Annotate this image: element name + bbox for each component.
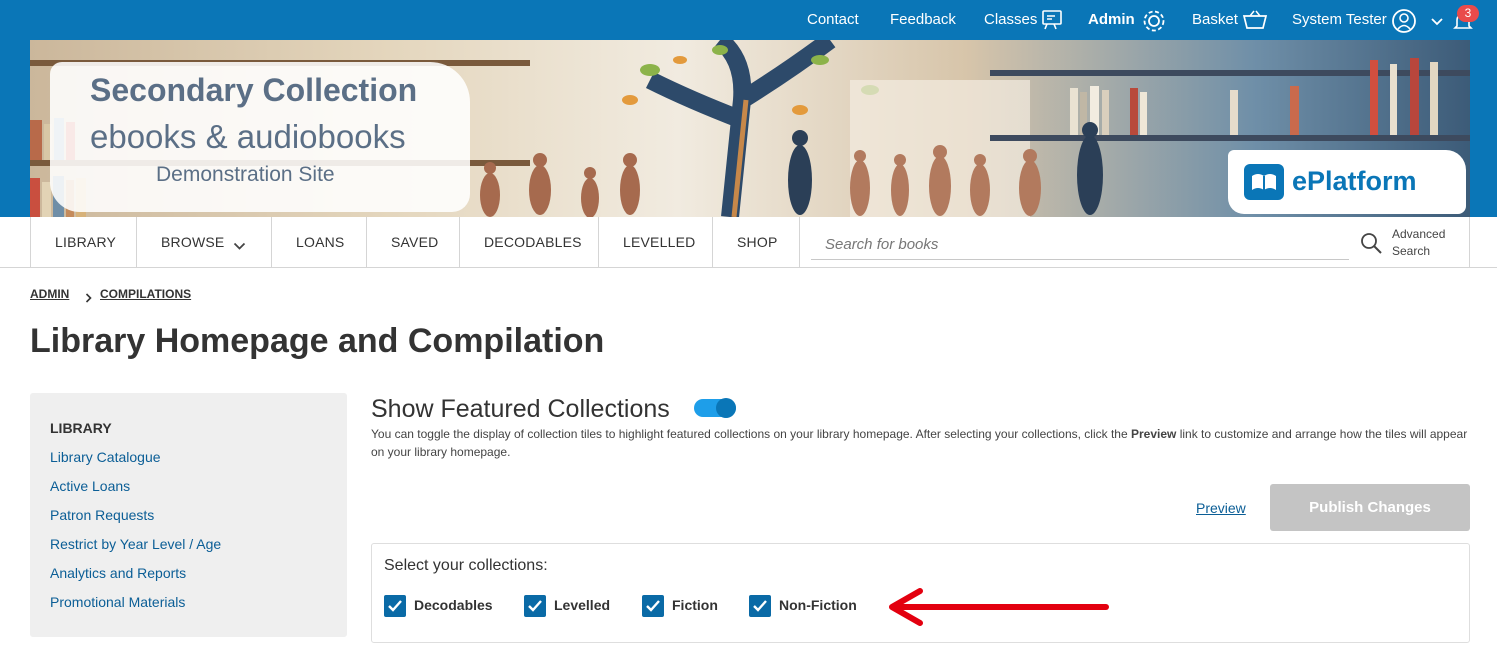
checkbox-label-fiction[interactable]: Fiction bbox=[672, 597, 718, 613]
user-name[interactable]: System Tester bbox=[1292, 0, 1387, 40]
nav-shop[interactable]: SHOP bbox=[737, 217, 777, 268]
sidebar-item-analytics[interactable]: Analytics and Reports bbox=[50, 565, 186, 581]
checkmark-icon bbox=[528, 600, 542, 612]
breadcrumb-admin[interactable]: ADMIN bbox=[30, 287, 69, 301]
advanced-search-line1: Advanced bbox=[1392, 227, 1446, 241]
nav-loans[interactable]: LOANS bbox=[296, 217, 344, 268]
browse-chevron-down-icon[interactable] bbox=[233, 238, 246, 256]
banner-title: Secondary Collection bbox=[90, 72, 418, 108]
search-icon[interactable] bbox=[1359, 231, 1383, 260]
nav-decodables[interactable]: DECODABLES bbox=[484, 217, 582, 268]
breadcrumb-compilations[interactable]: COMPILATIONS bbox=[100, 287, 191, 301]
checkbox-label-decodables[interactable]: Decodables bbox=[414, 597, 493, 613]
chevron-down-icon[interactable] bbox=[1430, 14, 1444, 32]
advanced-search-link[interactable]: Advanced Search bbox=[1392, 226, 1445, 260]
page-title: Library Homepage and Compilation bbox=[30, 322, 605, 360]
preview-link[interactable]: Preview bbox=[1196, 500, 1246, 516]
featured-collections-toggle[interactable] bbox=[694, 398, 736, 418]
top-bar: Contact Feedback Classes Admin Basket Sy… bbox=[0, 0, 1497, 40]
banner-image: Secondary Collection ebooks & audiobooks… bbox=[30, 40, 1470, 217]
description-preview-word: Preview bbox=[1131, 427, 1177, 441]
nav-levelled[interactable]: LEVELLED bbox=[623, 217, 695, 268]
banner-left-edge bbox=[0, 40, 30, 217]
checkbox-levelled[interactable] bbox=[524, 595, 546, 617]
breadcrumb-chevron-icon bbox=[85, 290, 93, 308]
sidebar-item-library-catalogue[interactable]: Library Catalogue bbox=[50, 449, 161, 465]
section-description: You can toggle the display of collection… bbox=[371, 425, 1471, 461]
feedback-link[interactable]: Feedback bbox=[890, 0, 956, 40]
annotation-arrow-icon bbox=[886, 588, 1112, 631]
toggle-knob bbox=[716, 398, 736, 418]
collections-label: Select your collections: bbox=[384, 557, 548, 574]
advanced-search-line2: Search bbox=[1392, 244, 1431, 258]
checkmark-icon bbox=[753, 600, 767, 612]
admin-link[interactable]: Admin bbox=[1088, 0, 1135, 40]
sidebar-item-restrict-year-level[interactable]: Restrict by Year Level / Age bbox=[50, 536, 221, 552]
sidebar-item-promotional-materials[interactable]: Promotional Materials bbox=[50, 594, 185, 610]
checkbox-decodables[interactable] bbox=[384, 595, 406, 617]
checkmark-icon bbox=[646, 600, 660, 612]
nav-saved[interactable]: SAVED bbox=[391, 217, 438, 268]
publish-changes-button[interactable]: Publish Changes bbox=[1270, 484, 1470, 531]
eplatform-logo-icon bbox=[1244, 164, 1284, 205]
basket-icon[interactable] bbox=[1242, 10, 1268, 35]
sidebar-item-patron-requests[interactable]: Patron Requests bbox=[50, 507, 154, 523]
sidebar-heading: LIBRARY bbox=[50, 420, 112, 436]
banner-subtitle: ebooks & audiobooks bbox=[90, 118, 406, 155]
contact-link[interactable]: Contact bbox=[807, 0, 859, 40]
checkbox-label-levelled[interactable]: Levelled bbox=[554, 597, 610, 613]
notification-badge: 3 bbox=[1457, 5, 1479, 22]
checkbox-fiction[interactable] bbox=[642, 595, 664, 617]
user-icon[interactable] bbox=[1391, 8, 1417, 39]
checkbox-non-fiction[interactable] bbox=[749, 595, 771, 617]
checkmark-icon bbox=[388, 600, 402, 612]
banner-right-edge bbox=[1470, 40, 1497, 217]
checkbox-label-non-fiction[interactable]: Non-Fiction bbox=[779, 597, 857, 613]
nav-library[interactable]: LIBRARY bbox=[55, 217, 116, 268]
description-text: You can toggle the display of collection… bbox=[371, 427, 1131, 441]
section-title: Show Featured Collections bbox=[371, 395, 670, 423]
search-input[interactable] bbox=[811, 230, 1349, 260]
eplatform-logo: ePlatform bbox=[1292, 166, 1417, 196]
basket-link[interactable]: Basket bbox=[1192, 0, 1238, 40]
gear-icon[interactable] bbox=[1141, 8, 1167, 39]
banner-site-label: Demonstration Site bbox=[156, 163, 335, 186]
sidebar-item-active-loans[interactable]: Active Loans bbox=[50, 478, 130, 494]
classes-link[interactable]: Classes bbox=[984, 0, 1037, 40]
nav-browse[interactable]: BROWSE bbox=[161, 217, 224, 268]
classes-icon[interactable] bbox=[1040, 8, 1064, 37]
